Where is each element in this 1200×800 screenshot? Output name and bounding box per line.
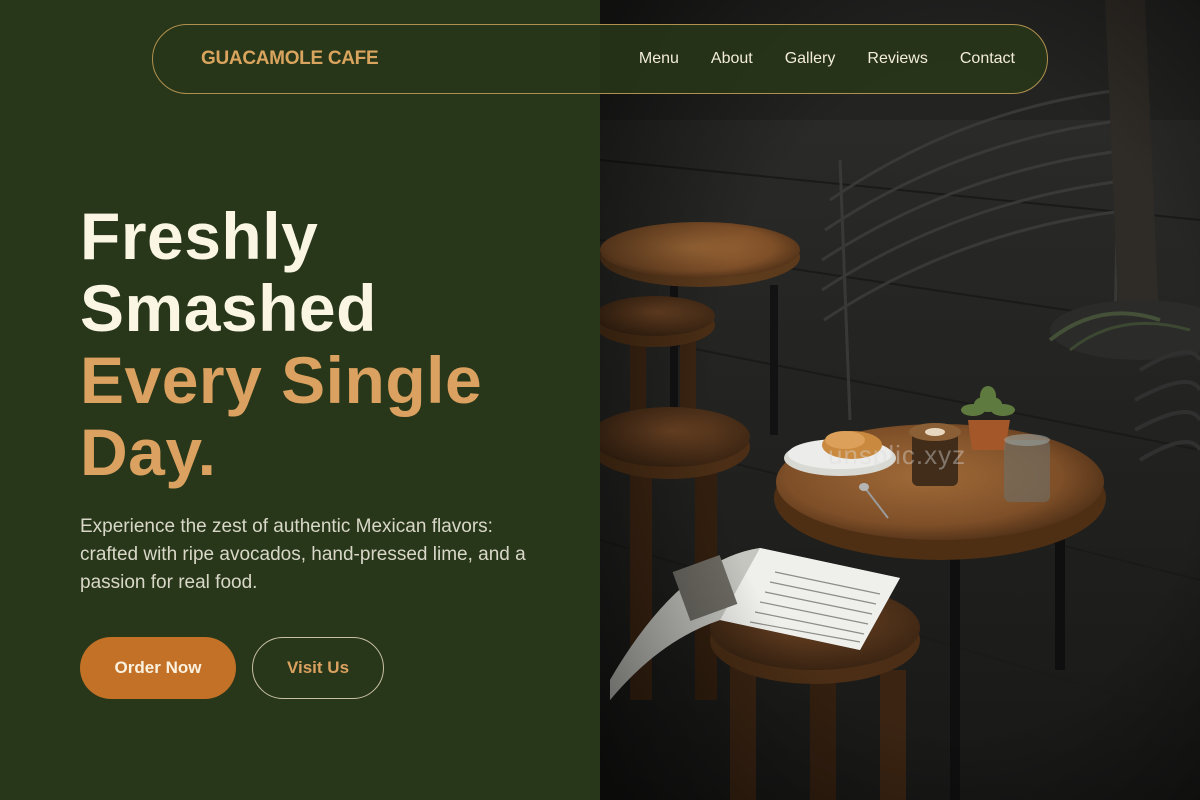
hero-title-line-4: Day. (80, 415, 217, 489)
cafe-photo-illustration (600, 0, 1200, 800)
nav-link-gallery[interactable]: Gallery (785, 50, 836, 68)
hero-title: Freshly Smashed Every Single Day. (80, 200, 580, 488)
hero-title-line-1: Freshly (80, 199, 319, 273)
nav-link-contact[interactable]: Contact (960, 50, 1015, 68)
nav-link-about[interactable]: About (711, 50, 753, 68)
cafe-photo (600, 0, 1200, 800)
nav-link-reviews[interactable]: Reviews (867, 50, 927, 68)
hero-description: Experience the zest of authentic Mexican… (80, 516, 526, 593)
photo-watermark: unsplic.xyz (828, 440, 967, 470)
hero-title-line-2: Smashed (80, 271, 377, 345)
order-now-button[interactable]: Order Now (80, 637, 236, 699)
nav-links: Menu About Gallery Reviews Contact (639, 50, 1015, 68)
nav-link-menu[interactable]: Menu (639, 50, 679, 68)
brand-logo[interactable]: GUACAMOLE CAFE (201, 48, 379, 70)
visit-us-button[interactable]: Visit Us (252, 637, 384, 699)
navbar: GUACAMOLE CAFE Menu About Gallery Review… (152, 24, 1048, 94)
hero-title-line-3: Every Single (80, 343, 483, 417)
